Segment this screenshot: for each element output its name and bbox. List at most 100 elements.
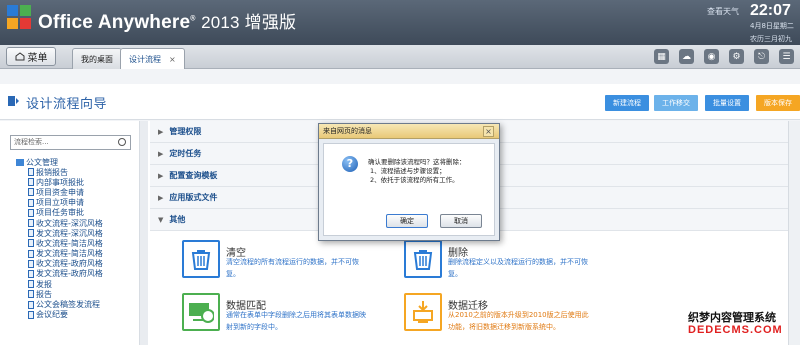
version-save-button[interactable]: 版本保存 <box>756 95 800 111</box>
brand-edition: 2013 增强版 <box>201 13 297 32</box>
tree-root[interactable]: 公文管理 <box>16 157 103 167</box>
watermark-line2: DEDECMS.COM <box>688 324 783 336</box>
tree-item[interactable]: 收文流程-简洁风格 <box>16 238 103 248</box>
tree-item[interactable]: 项目资金申请 <box>16 187 103 197</box>
close-icon[interactable]: × <box>169 55 176 64</box>
data-match-icon[interactable] <box>182 293 220 331</box>
dialog-title: 来自网页的消息 <box>319 124 499 139</box>
menu-button[interactable]: 菜单 <box>6 47 56 66</box>
toolbar-icons: ▦ ☁ ◉ ⚙ ⎋ ☰ <box>654 49 794 64</box>
clock-time: 22:07 <box>750 2 791 19</box>
tab-label: 设计流程 <box>129 54 161 64</box>
globe-icon[interactable]: ◉ <box>704 49 719 64</box>
flow-search-input[interactable]: 流程检索... <box>10 135 131 150</box>
document-icon <box>28 269 34 278</box>
document-icon <box>28 198 34 207</box>
tree-item[interactable]: 内部事项报批 <box>16 177 103 187</box>
expand-arrow-icon: ▶ <box>158 171 164 180</box>
brand-main: Office Anywhere <box>38 12 191 33</box>
menu-icon[interactable]: ☰ <box>779 49 794 64</box>
ok-button[interactable]: 确定 <box>386 214 428 228</box>
close-icon[interactable]: × <box>483 126 494 137</box>
tree-item[interactable]: 发报 <box>16 279 103 289</box>
document-icon <box>28 259 34 268</box>
tree-item[interactable]: 发文流程-政府风格 <box>16 269 103 279</box>
tab-my-desktop[interactable]: 我的桌面 <box>72 48 122 69</box>
search-icon[interactable] <box>118 138 126 146</box>
tree-item[interactable]: 收文流程-政府风格 <box>16 259 103 269</box>
document-icon <box>28 310 34 319</box>
folder-icon <box>16 158 24 166</box>
collapse-arrow-icon: ▼ <box>158 215 164 224</box>
dialog-message-line: 2、依托于该流程的所有工作。 <box>370 176 459 184</box>
grid-add-icon[interactable]: ▦ <box>654 49 669 64</box>
section-label: 应用版式文件 <box>169 193 218 202</box>
tab-label: 我的桌面 <box>81 54 113 64</box>
card-desc-clear: 清空流程的所有流程运行的数据，并不可恢复。 <box>226 258 359 278</box>
top-header: Office Anywhere® 2013 增强版 查看天气 22:07 4月8… <box>0 0 800 45</box>
question-icon: ? <box>342 156 358 172</box>
home-icon <box>15 52 24 61</box>
dialog-body: ? 确认要删除该流程吗？这将删除： 1、流程描述与步骤设置； 2、依托于该流程的… <box>323 143 495 236</box>
weather-link[interactable]: 查看天气 <box>707 6 739 17</box>
expand-arrow-icon: ▶ <box>158 193 164 202</box>
page-title: 设计流程向导 <box>26 97 108 112</box>
logout-icon[interactable]: ⎋ <box>754 49 769 64</box>
clock-lunar: 农历三月初九 <box>750 35 792 43</box>
tab-design-flow[interactable]: 设计流程 × <box>120 48 185 69</box>
confirm-dialog: 来自网页的消息 × ? 确认要删除该流程吗？这将删除： 1、流程描述与步骤设置；… <box>318 123 500 241</box>
tree-item[interactable]: 收文流程-深沉风格 <box>16 218 103 228</box>
document-icon <box>28 249 34 258</box>
card-desc-data-migrate: 从2010之前的版本升级到2010版之后使用此功能，将旧数据迁移到新版系统中。 <box>448 311 589 331</box>
document-icon <box>28 290 34 299</box>
page-header: 设计流程向导 新建流程 工作移交 批量设置 版本保存 <box>0 84 800 120</box>
batch-settings-button[interactable]: 批量设置 <box>705 95 749 111</box>
tree-item[interactable]: 发文流程-深沉风格 <box>16 228 103 238</box>
cancel-button[interactable]: 取消 <box>440 214 482 228</box>
clear-data-icon[interactable] <box>182 240 220 278</box>
sidebar-splitter[interactable] <box>140 121 148 345</box>
dialog-message-line: 1、流程描述与步骤设置； <box>370 167 446 175</box>
section-label: 管理权限 <box>169 127 202 136</box>
gear-icon[interactable]: ⚙ <box>729 49 744 64</box>
tree-item[interactable]: 报告 <box>16 289 103 299</box>
tab-bar: 菜单 我的桌面 设计流程 × ▦ ☁ ◉ ⚙ ⎋ ☰ <box>0 45 800 69</box>
tree-item[interactable]: 项目任务审批 <box>16 208 103 218</box>
document-icon <box>28 280 34 289</box>
cloud-icon[interactable]: ☁ <box>679 49 694 64</box>
brand-title: Office Anywhere® 2013 增强版 <box>38 12 297 33</box>
main-scrollbar[interactable] <box>788 121 800 345</box>
tree-item[interactable]: 发文流程-简洁风格 <box>16 249 103 259</box>
work-transfer-button[interactable]: 工作移交 <box>654 95 698 111</box>
tree-item[interactable]: 会议纪要 <box>16 310 103 320</box>
flow-sidebar: 流程检索... 公文管理 报销报告 内部事项报批 项目资金申请 项目立项申请 项… <box>0 121 140 345</box>
tree-item[interactable]: 公文会稿签发流程 <box>16 299 103 309</box>
watermark-line1: 织梦内容管理系统 <box>688 311 776 324</box>
document-icon <box>28 229 34 238</box>
delete-flow-icon[interactable] <box>404 240 442 278</box>
document-icon <box>28 178 34 187</box>
document-icon <box>28 300 34 309</box>
clock-date: 4月8日星期二 <box>750 22 794 30</box>
office-logo-icon <box>7 5 31 29</box>
section-label: 配置查询模板 <box>169 171 218 180</box>
data-migrate-icon[interactable] <box>404 293 442 331</box>
section-label: 定时任务 <box>169 149 202 158</box>
tree-item[interactable]: 项目立项申请 <box>16 198 103 208</box>
card-desc-data-match: 通常在表单中字段删除之后用将其表单数据映射到新的字段中。 <box>226 311 366 331</box>
expand-arrow-icon: ▶ <box>158 127 164 136</box>
section-label: 其他 <box>169 215 186 224</box>
new-flow-button[interactable]: 新建流程 <box>605 95 649 111</box>
document-icon <box>28 219 34 228</box>
document-icon <box>28 239 34 248</box>
menu-label: 菜单 <box>27 53 48 64</box>
expand-arrow-icon: ▶ <box>158 149 164 158</box>
document-icon <box>28 208 34 217</box>
document-icon <box>28 168 34 177</box>
card-desc-delete: 删除流程定义以及流程运行的数据，并不可恢复。 <box>448 258 588 278</box>
dialog-message: 确认要删除该流程吗？这将删除： 1、流程描述与步骤设置； 2、依托于该流程的所有… <box>368 158 466 185</box>
tree-item[interactable]: 报销报告 <box>16 167 103 177</box>
flow-tree: 公文管理 报销报告 内部事项报批 项目资金申请 项目立项申请 项目任务审批 收文… <box>16 157 103 320</box>
dialog-message-line: 确认要删除该流程吗？这将删除： <box>368 158 466 166</box>
wizard-icon <box>8 96 19 106</box>
